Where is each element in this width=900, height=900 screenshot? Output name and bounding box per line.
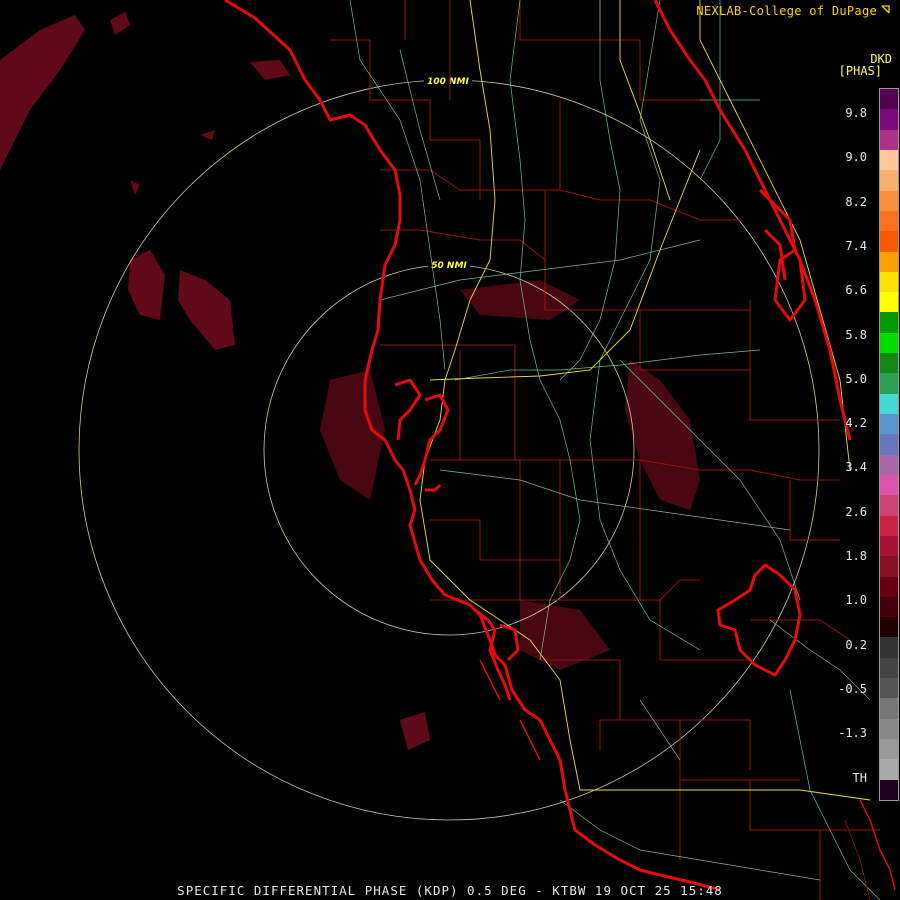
legend-swatch xyxy=(880,109,898,130)
legend-swatch xyxy=(880,210,898,232)
legend-tick-label: -1.3 xyxy=(838,726,867,741)
legend-swatch xyxy=(880,698,898,719)
legend-swatch xyxy=(880,474,898,496)
ring-label-50: 50 NMI xyxy=(431,261,467,271)
legend-swatch xyxy=(880,495,898,516)
legend-tick-label: 6.6 xyxy=(845,283,867,298)
legend-swatch xyxy=(880,414,898,435)
legend-swatch xyxy=(880,515,898,536)
cursor-icon xyxy=(881,4,890,18)
legend-tick-label: 0.2 xyxy=(845,637,867,652)
product-footer: SPECIFIC DIFFERENTIAL PHASE (KDP) 0.5 DE… xyxy=(177,883,723,898)
legend-swatch xyxy=(880,739,898,760)
color-legend: DKD [PHAS] 9.8 9.0 8.2 7.4 6.6 5.8 5.0 4.2 3.4 2.… xyxy=(815,52,900,812)
legend-swatch xyxy=(880,149,898,171)
source-credit-text: NEXLAB-College of DuPage xyxy=(696,4,877,18)
legend-tick-label: 7.4 xyxy=(845,238,867,253)
legend-swatch xyxy=(880,617,898,638)
legend-tick-label: 2.6 xyxy=(845,504,867,519)
legend-swatch xyxy=(880,251,898,272)
legend-swatch xyxy=(880,312,898,333)
legend-tick-label: 3.4 xyxy=(845,460,867,475)
legend-swatch xyxy=(880,759,898,780)
legend-swatch xyxy=(880,678,898,699)
legend-units: [PHAS] xyxy=(838,64,882,78)
legend-tick-label: 8.2 xyxy=(845,194,867,209)
legend-swatch xyxy=(880,657,898,679)
ring-label-100: 100 NMI xyxy=(427,77,469,87)
legend-swatch xyxy=(880,332,898,354)
legend-tick-label: 1.8 xyxy=(845,549,867,563)
legend-swatch xyxy=(880,718,898,739)
legend-swatch xyxy=(880,576,898,597)
legend-swatch xyxy=(880,535,898,557)
legend-swatch xyxy=(880,89,898,110)
radar-map: 100 NMI 50 NMI xyxy=(0,0,900,900)
legend-swatch xyxy=(880,637,898,658)
legend-swatch xyxy=(880,556,898,577)
legend-swatch xyxy=(880,596,898,618)
legend-swatch xyxy=(880,434,898,455)
legend-swatch xyxy=(880,393,898,414)
legend-tick-label: TH xyxy=(852,770,867,785)
source-credit: NEXLAB-College of DuPage xyxy=(696,4,890,18)
legend-tick-label: 4.2 xyxy=(845,416,867,431)
legend-color-bar xyxy=(879,88,899,801)
legend-tick-label: 5.8 xyxy=(845,327,867,342)
legend-swatch xyxy=(880,231,898,252)
legend-tick-label: 5.0 xyxy=(845,371,867,386)
legend-swatch xyxy=(880,170,898,191)
legend-swatch xyxy=(880,190,898,211)
legend-swatch xyxy=(880,129,898,150)
legend-swatch xyxy=(880,271,898,293)
legend-tick-label: -0.5 xyxy=(838,681,867,696)
legend-tick-label: 1.0 xyxy=(845,593,867,608)
legend-tick-label: 9.8 xyxy=(845,106,867,120)
legend-swatch xyxy=(880,353,898,374)
legend-tick-label: 9.0 xyxy=(845,150,867,165)
legend-swatch xyxy=(880,292,898,313)
legend-swatch xyxy=(880,779,898,800)
legend-swatch xyxy=(880,373,898,394)
legend-swatch xyxy=(880,454,898,475)
